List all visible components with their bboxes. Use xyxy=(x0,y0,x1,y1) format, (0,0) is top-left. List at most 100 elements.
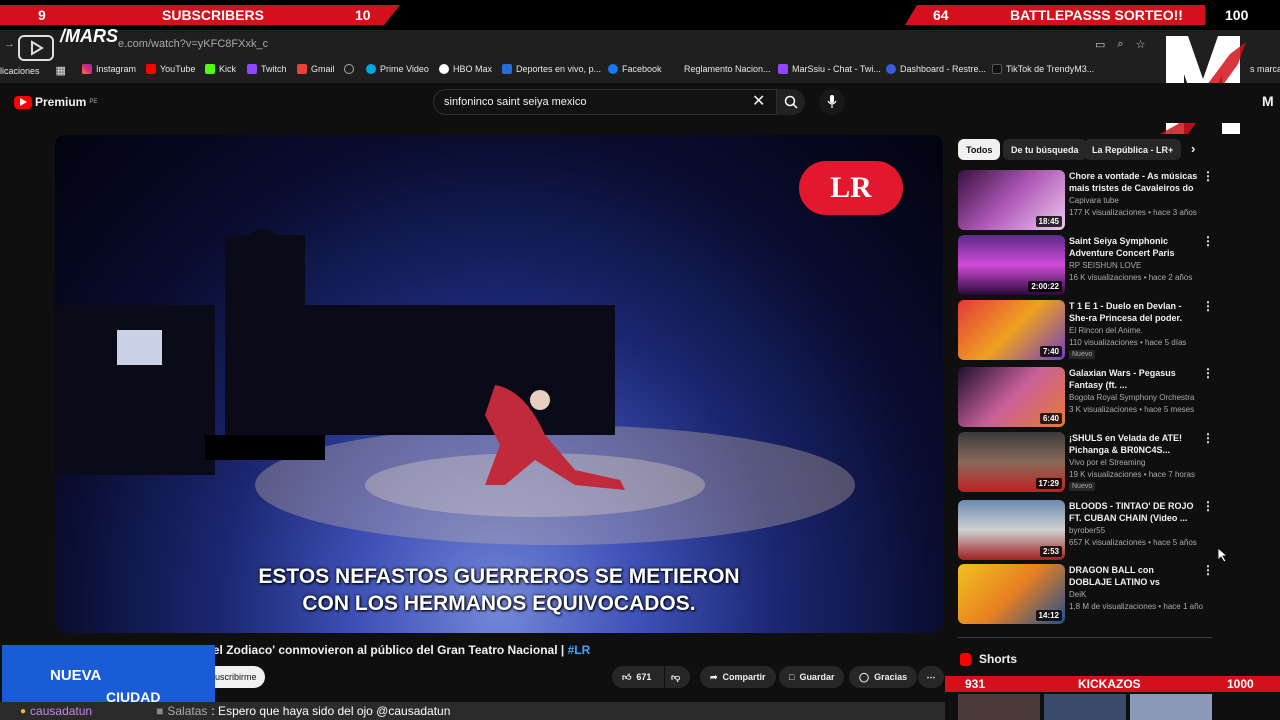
sidebar-divider xyxy=(958,637,1212,638)
subs-left: 9 xyxy=(38,7,46,23)
rec-video[interactable]: 2:53 BLOODS - TINTAO' DE ROJO FT. CUBAN … xyxy=(958,500,1218,560)
rec-menu-icon[interactable]: ⋮ xyxy=(1202,564,1214,576)
rec-menu-icon[interactable]: ⋮ xyxy=(1202,235,1214,247)
video-subtitle: ESTOS NEFASTOS GUERREROS SE METIERON CON… xyxy=(258,565,740,615)
globe-icon xyxy=(344,64,354,74)
rec-video[interactable]: 2:00:22 Saint Seiya Symphonic Adventure … xyxy=(958,235,1218,295)
rec-menu-icon[interactable]: ⋮ xyxy=(1202,432,1214,444)
rec-video[interactable]: 7:40 T 1 E 1 - Duelo en Devlan - She-ra … xyxy=(958,300,1218,360)
gmail-icon xyxy=(297,64,307,74)
back-button[interactable]: → xyxy=(4,38,15,50)
thanks-icon: ◯ xyxy=(859,671,870,682)
bookmark-gmail[interactable]: Gmail xyxy=(297,64,335,74)
address-bar[interactable]: e.com/watch?v=yKFC8FXxk_c xyxy=(118,38,268,50)
voice-search-button[interactable] xyxy=(819,89,845,115)
chip-next-icon[interactable]: › xyxy=(1191,141,1195,156)
more-actions-button[interactable]: ⋯ xyxy=(918,666,944,688)
video-player[interactable]: LR ESTOS NEFASTOS GUERREROS SE METIERON … xyxy=(55,135,943,633)
bookmark-hbo-max[interactable]: HBO Max xyxy=(439,64,492,74)
bookmark-marssiu-chat[interactable]: MarSsiu - Chat - Twi... xyxy=(778,64,881,74)
browser-toolbar-icons: ▭ ⌕ ☆ xyxy=(1095,38,1145,51)
rec-video[interactable]: 14:12 DRAGON BALL con DOBLAJE LATINO vs … xyxy=(958,564,1218,624)
rec-video[interactable]: 6:40 Galaxian Wars - Pegasus Fantasy (ft… xyxy=(958,367,1218,427)
rec-thumbnail[interactable]: 2:00:22 xyxy=(958,235,1065,295)
rec-menu-icon[interactable]: ⋮ xyxy=(1202,300,1214,312)
bookmark-icon: □ xyxy=(789,672,795,682)
browser-chrome: → /MARS e.com/watch?v=yKFC8FXxk_c ▭ ⌕ ☆ … xyxy=(0,26,1280,83)
rec-thumbnail[interactable]: 18:45 xyxy=(958,170,1065,230)
rec-thumbnail[interactable]: 17:29 xyxy=(958,432,1065,492)
bookmark-facebook[interactable]: Facebook xyxy=(608,64,662,74)
youtube-logo[interactable]: Premium PE xyxy=(14,95,97,109)
bookmark-youtube[interactable]: YouTube xyxy=(146,64,195,74)
shorts-header: Shorts xyxy=(960,652,1017,666)
deportes-icon xyxy=(502,64,512,74)
bookmark-twitch[interactable]: Twitch xyxy=(247,64,287,74)
like-button[interactable]: 👍︎ 671 xyxy=(612,666,664,688)
youtube-icon xyxy=(146,64,156,74)
chat-overlay: ● causadatun ■ Salatas : Espero que haya… xyxy=(0,702,945,720)
search-button[interactable] xyxy=(777,89,805,115)
bookmark-instagram[interactable]: Instagram xyxy=(82,64,136,74)
account-avatar[interactable]: M xyxy=(1262,93,1274,109)
rec-menu-icon[interactable]: ⋮ xyxy=(1202,500,1214,512)
rec-thumbnail[interactable]: 7:40 xyxy=(958,300,1065,360)
hashtag-link[interactable]: #LR xyxy=(568,643,591,657)
bookmark-globe[interactable] xyxy=(344,64,354,74)
streamer-tag: /MARS xyxy=(60,26,118,46)
bookmark-kick[interactable]: Kick xyxy=(205,64,236,74)
kick-icon xyxy=(205,64,215,74)
clear-search-icon[interactable]: ✕ xyxy=(752,91,765,111)
thanks-button[interactable]: ◯ Gracias xyxy=(849,666,918,688)
rec-video[interactable]: 18:45 Chore a vontade - As músicas mais … xyxy=(958,170,1218,230)
bookmark-marca[interactable]: s marca xyxy=(1250,64,1280,74)
restream-icon xyxy=(886,64,896,74)
share-button[interactable]: ➦ Compartir xyxy=(700,666,776,688)
twitch-icon xyxy=(247,64,257,74)
short-thumbnail[interactable] xyxy=(1130,694,1212,720)
short-thumbnail[interactable] xyxy=(1044,694,1126,720)
bookmark-tiktok[interactable]: TikTok de TrendyM3... xyxy=(992,64,1094,74)
rec-thumbnail[interactable]: 14:12 xyxy=(958,564,1065,624)
bookmark-reglamento[interactable]: Reglamento Nacion... xyxy=(684,64,771,74)
tiktok-icon xyxy=(992,64,1002,74)
hbo-max-icon xyxy=(439,64,449,74)
subs-label: SUBSCRIBERS xyxy=(162,7,264,23)
mouse-cursor-icon xyxy=(1217,547,1229,567)
share-icon: ➦ xyxy=(710,671,718,682)
cast-icon[interactable]: ▭ xyxy=(1095,38,1105,51)
chat-user-icon: ■ xyxy=(156,704,164,718)
rec-menu-icon[interactable]: ⋮ xyxy=(1202,170,1214,182)
rec-thumbnail[interactable]: 2:53 xyxy=(958,500,1065,560)
star-icon[interactable]: ☆ xyxy=(1136,38,1146,51)
bookmark-deportes[interactable]: Deportes en vivo, p... xyxy=(502,64,601,74)
prime-video-icon xyxy=(366,64,376,74)
zoom-icon[interactable]: ⌕ xyxy=(1117,38,1123,51)
mic-icon xyxy=(827,95,837,108)
short-thumbnail[interactable] xyxy=(958,694,1040,720)
bookmark-prime-video[interactable]: Prime Video xyxy=(366,64,429,74)
chip-de-tu-busqueda[interactable]: De tu búsqueda xyxy=(1003,139,1087,160)
bookmark-apps[interactable]: licaciones ▦ xyxy=(0,64,66,77)
more-icon: ⋯ xyxy=(926,671,936,682)
youtube-play-icon xyxy=(14,95,32,109)
video-title: 'el Zodiaco' conmovieron al público del … xyxy=(210,643,591,657)
bookmark-dashboard[interactable]: Dashboard - Restre... xyxy=(886,64,986,74)
facebook-icon xyxy=(608,64,618,74)
nueva-ciudad-overlay: NUEVA CIUDAD xyxy=(2,645,215,705)
chip-la-republica[interactable]: La República - LR+ xyxy=(1084,139,1182,160)
chip-todos[interactable]: Todos xyxy=(958,139,1001,160)
new-badge: Nuevo xyxy=(1069,482,1096,491)
thumbs-up-icon: 👍︎ xyxy=(622,671,632,682)
rec-video[interactable]: 17:29 ¡SHULS en Velada de ATE! Pichanga … xyxy=(958,432,1218,492)
channel-badge: LR xyxy=(799,161,903,215)
rec-thumbnail[interactable]: 6:40 xyxy=(958,367,1065,427)
search-input[interactable]: sinfoninco saint seiya mexico xyxy=(433,89,777,115)
subscribers-goal-bar: 9 SUBSCRIBERS 10 xyxy=(0,5,400,25)
badge-icon: ● xyxy=(20,705,27,717)
twitch-icon xyxy=(778,64,788,74)
thumbs-down-icon: 👎︎ xyxy=(671,671,681,682)
rec-menu-icon[interactable]: ⋮ xyxy=(1202,367,1214,379)
dislike-button[interactable]: 👎︎ xyxy=(665,666,690,688)
save-button[interactable]: □ Guardar xyxy=(779,666,845,688)
